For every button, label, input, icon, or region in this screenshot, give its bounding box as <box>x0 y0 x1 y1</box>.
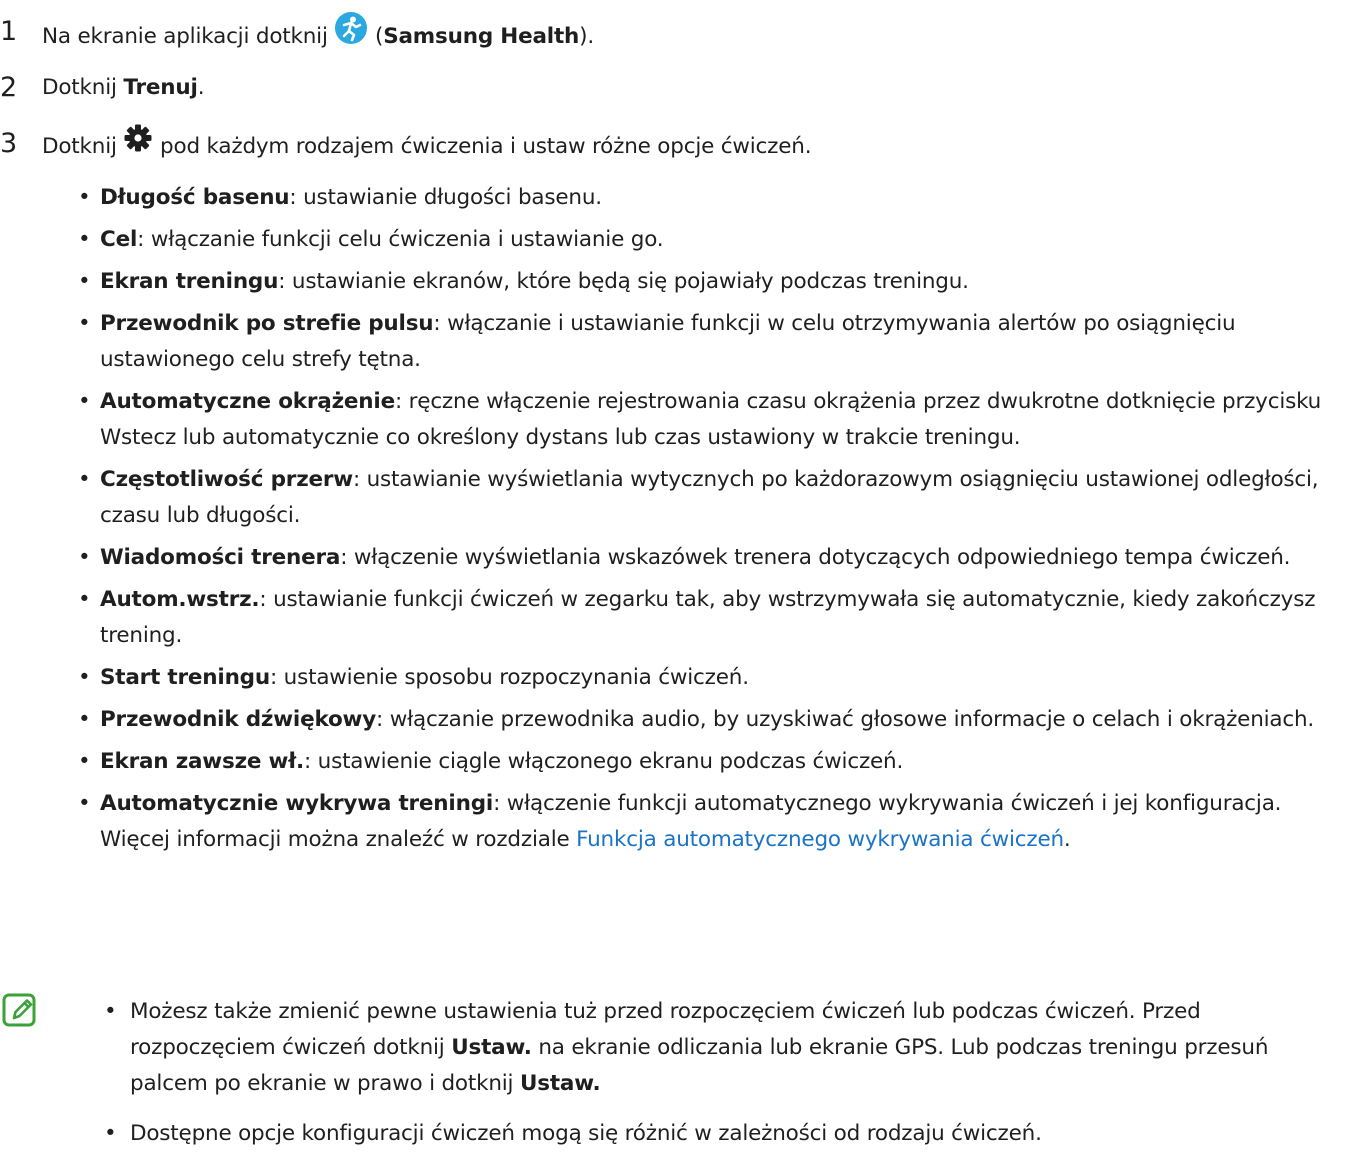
note-item: Możesz także zmienić pewne ustawienia tu… <box>104 994 1340 1102</box>
exercise-options-list: Długość basenu: ustawianie długości base… <box>78 180 1340 864</box>
list-item: Przewodnik po strefie pulsu: włączanie i… <box>78 306 1340 378</box>
note-item: Dostępne opcje konfiguracji ćwiczeń mogą… <box>104 1116 1340 1152</box>
list-item: Automatyczne okrążenie: ręczne włączenie… <box>78 384 1340 456</box>
gear-icon <box>123 123 153 165</box>
step-text: Na ekranie aplikacji dotknij (Samsung He… <box>42 11 594 60</box>
list-item: Cel: włączanie funkcji celu ćwiczenia i … <box>78 222 1340 258</box>
list-item: Autom.wstrz.: ustawianie funkcji ćwiczeń… <box>78 582 1340 654</box>
list-item: Ekran zawsze wł.: ustawienie ciągle włąc… <box>78 744 1340 780</box>
step-text: Dotknij Trenuj. <box>42 75 205 100</box>
step-number: 1 <box>0 16 17 47</box>
list-item: Start treningu: ustawienie sposobu rozpo… <box>78 660 1340 696</box>
step-text: Dotknij pod każdym rodzajem ćwiczenia i … <box>42 123 812 168</box>
samsung-health-icon <box>334 11 368 57</box>
step-number: 3 <box>0 128 17 159</box>
list-item: Automatycznie wykrywa treningi: włączeni… <box>78 786 1340 858</box>
list-item: Przewodnik dźwiękowy: włączanie przewodn… <box>78 702 1340 738</box>
step-number: 2 <box>0 72 17 103</box>
list-item: Ekran treningu: ustawianie ekranów, któr… <box>78 264 1340 300</box>
auto-detect-link[interactable]: Funkcja automatycznego wykrywania ćwicze… <box>576 827 1064 852</box>
manual-page: 1 Na ekranie aplikacji dotknij (Samsung … <box>0 0 1350 1154</box>
note-list: Możesz także zmienić pewne ustawienia tu… <box>104 994 1340 1166</box>
list-item: Częstotliwość przerw: ustawianie wyświet… <box>78 462 1340 534</box>
list-item: Długość basenu: ustawianie długości base… <box>78 180 1340 216</box>
list-item: Wiadomości trenera: włączenie wyświetlan… <box>78 540 1340 576</box>
note-pencil-icon <box>2 992 38 1040</box>
